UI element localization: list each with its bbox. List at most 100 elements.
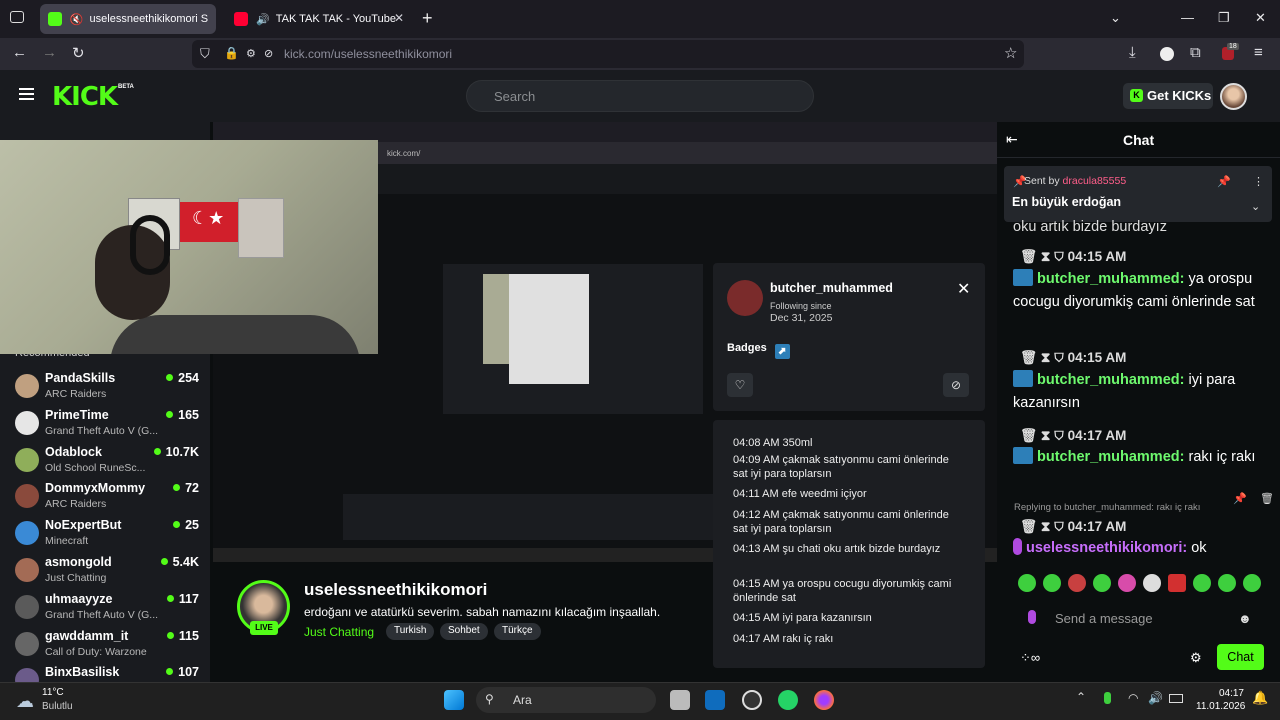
back-arrow-icon[interactable]: ← (12, 44, 27, 61)
emote[interactable] (1243, 574, 1261, 592)
user-avatar[interactable] (1220, 83, 1247, 110)
outlook-icon[interactable] (705, 690, 725, 710)
windows-start-icon[interactable] (444, 690, 464, 710)
emote[interactable] (1093, 574, 1111, 592)
delete-icon[interactable]: 🗑 (1020, 428, 1037, 443)
follow-heart-button[interactable]: ♡ (727, 373, 753, 397)
volume-icon[interactable]: 🔊 (1148, 691, 1163, 705)
unpin-icon[interactable]: 📌 (1217, 175, 1231, 188)
extensions-icon[interactable]: ⧉ (1190, 44, 1201, 61)
delete-icon[interactable]: 🗑 (1020, 249, 1037, 264)
lock-icon[interactable]: 🔒 (224, 46, 239, 60)
sidebar-channel-item[interactable]: gawddamm_it Call of Duty: Warzone 115 (15, 629, 205, 665)
close-tab-icon[interactable]: ✕ (394, 11, 404, 25)
battery-icon[interactable] (1169, 694, 1183, 703)
settings-gear-icon[interactable]: ⚙ (1190, 650, 1202, 666)
pinned-author[interactable]: dracula85555 (1063, 175, 1127, 187)
shield-mod-icon[interactable]: ⛉ (1054, 428, 1064, 443)
turkish-flag (180, 202, 238, 242)
tag-turkish[interactable]: Turkish (386, 623, 435, 640)
reload-icon[interactable]: ↻ (72, 44, 85, 62)
chatgpt-icon[interactable] (742, 690, 762, 710)
hamburger-menu-icon[interactable] (19, 88, 34, 100)
chat-username[interactable]: butcher_muhammed: (1037, 271, 1184, 287)
weather-desc[interactable]: Bulutlu (42, 701, 73, 712)
timeout-icon[interactable]: ⧗ (1041, 249, 1050, 264)
emote[interactable] (1168, 574, 1186, 592)
user-card-message: 04:15 AM ya orospu cocugu diyorumkiş cam… (733, 578, 952, 604)
sidebar-channel-item[interactable]: NoExpertBut Minecraft 25 (15, 518, 205, 554)
stream-category[interactable]: Just Chatting (304, 625, 374, 639)
tag-sohbet[interactable]: Sohbet (440, 623, 488, 640)
points-icon[interactable]: ⁘∞ (1020, 650, 1040, 666)
sidebar-channel-item[interactable]: PandaSkills ARC Raiders 254 (15, 371, 205, 407)
shield-mod-icon[interactable]: ⛉ (1054, 350, 1064, 365)
send-chat-button[interactable]: Chat (1217, 644, 1264, 670)
emoji-icon[interactable]: ☻ (1238, 611, 1252, 626)
shield-mod-icon[interactable]: ⛉ (1054, 519, 1064, 534)
channel-name[interactable]: uselessneethikikomori (304, 580, 487, 600)
url-text[interactable]: kick.com/uselessneethikikomori (284, 47, 452, 61)
sidebar-channel-item[interactable]: DommyxMommy ARC Raiders 72 (15, 481, 205, 517)
mic-tray-icon[interactable] (1104, 692, 1111, 704)
tab-overflow-icon[interactable]: ⌄ (1110, 10, 1121, 26)
sidebar-channel-item[interactable]: PrimeTime Grand Theft Auto V (G... 165 (15, 408, 205, 444)
emote[interactable] (1068, 574, 1086, 592)
tab-list-icon[interactable] (10, 11, 24, 23)
tab-kick[interactable]: 🔇 uselessneethikikomori Strea (40, 4, 216, 34)
shield-mod-icon[interactable]: ⛉ (1054, 249, 1064, 264)
bookmark-star-icon[interactable]: ☆ (1004, 44, 1017, 62)
more-options-icon[interactable]: ⋮ (1253, 175, 1264, 188)
tag-turkce[interactable]: Türkçe (494, 623, 541, 640)
wifi-icon[interactable]: ◠ (1128, 691, 1138, 705)
forward-arrow-icon[interactable]: → (42, 44, 57, 61)
download-icon[interactable]: ⤓ (1129, 44, 1136, 61)
user-card-message: 04:15 AM iyi para kazanırsın (733, 612, 872, 624)
pin-message-icon[interactable]: 📌 (1233, 492, 1247, 505)
taskbar-search[interactable]: Ara (476, 687, 656, 713)
delete-icon[interactable]: 🗑 (1020, 519, 1037, 534)
mute-button[interactable]: ⊘ (943, 373, 969, 397)
delete-icon[interactable]: 🗑 (1020, 350, 1037, 365)
emote[interactable] (1218, 574, 1236, 592)
menu-icon[interactable]: ≡ (1254, 44, 1263, 61)
close-window-button[interactable]: ✕ (1255, 10, 1266, 26)
mute-camera-icon[interactable]: ⊘ (264, 47, 273, 60)
task-view-icon[interactable] (670, 690, 690, 710)
chat-message-input[interactable]: Send a message (1018, 605, 1262, 633)
permissions-icon[interactable]: ⚙ (246, 47, 256, 60)
chat-username[interactable]: butcher_muhammed: (1037, 449, 1184, 465)
emote[interactable] (1043, 574, 1061, 592)
shield-icon[interactable]: ⛉ (200, 46, 210, 62)
chat-username[interactable]: uselessneethikikomori: (1026, 540, 1187, 556)
whatsapp-icon[interactable] (778, 690, 798, 710)
account-icon[interactable] (1160, 47, 1174, 61)
taskbar-clock[interactable]: 04:17 11.01.2026 (1196, 687, 1245, 713)
emote[interactable] (1143, 574, 1161, 592)
sidebar-channel-item[interactable]: asmongold Just Chatting 5.4K (15, 555, 205, 591)
sidebar-channel-item[interactable]: Odablock Old School RuneSc... 10.7K (15, 445, 205, 481)
emote[interactable] (1193, 574, 1211, 592)
collapse-chat-icon[interactable]: ⇤ (1006, 131, 1018, 148)
kick-logo[interactable]: KICK (52, 82, 118, 112)
firefox-icon[interactable] (814, 690, 834, 710)
emote[interactable] (1118, 574, 1136, 592)
chevron-up-icon[interactable]: ⌃ (1076, 690, 1086, 704)
timeout-icon[interactable]: ⧗ (1041, 519, 1050, 534)
chat-username[interactable]: butcher_muhammed: (1037, 372, 1184, 388)
emote[interactable] (1018, 574, 1036, 592)
timeout-icon[interactable]: ⧗ (1041, 428, 1050, 443)
new-tab-button[interactable]: + (422, 8, 433, 29)
close-icon[interactable]: ✕ (957, 279, 970, 299)
maximize-button[interactable]: ❐ (1218, 10, 1230, 26)
delete-message-icon[interactable]: 🗑 (1260, 492, 1274, 505)
sidebar-channel-item[interactable]: uhmaayyze Grand Theft Auto V (G... 117 (15, 592, 205, 628)
weather-temp[interactable]: 11°C (42, 687, 64, 698)
channel-category: ARC Raiders (45, 498, 107, 511)
chevron-down-icon[interactable]: ⌄ (1251, 200, 1260, 213)
search-input[interactable]: Search (466, 80, 814, 112)
timeout-icon[interactable]: ⧗ (1041, 350, 1050, 365)
tab-youtube[interactable]: 🔊 TAK TAK TAK - YouTube ✕ (226, 4, 412, 34)
minimize-button[interactable]: — (1181, 10, 1194, 25)
notification-icon[interactable]: 🔔 (1252, 690, 1268, 706)
